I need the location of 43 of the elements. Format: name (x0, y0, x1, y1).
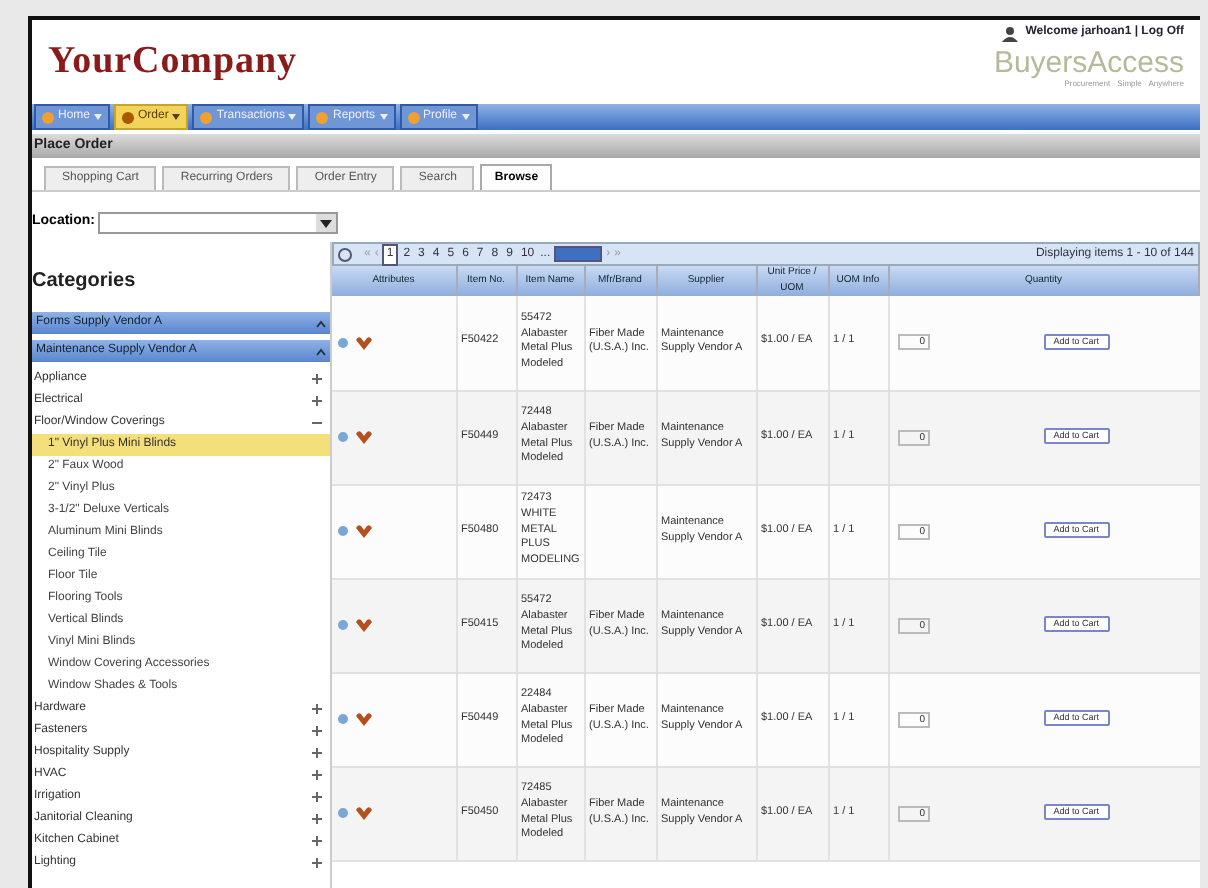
caret-icon (288, 114, 297, 120)
caret-icon (461, 114, 470, 120)
plus-icon (312, 814, 322, 824)
caret-icon (94, 114, 103, 120)
refresh-icon[interactable] (338, 247, 352, 261)
attribute-icon (356, 430, 372, 444)
user-icon (1001, 25, 1018, 41)
plus-icon (312, 726, 322, 736)
expand-row-icon[interactable] (338, 714, 348, 724)
attribute-icon (356, 335, 372, 350)
plus-icon (312, 374, 322, 384)
expand-row-icon[interactable] (338, 620, 348, 630)
location-select[interactable] (97, 212, 337, 234)
expand-row-icon[interactable] (338, 337, 348, 348)
attribute-icon (356, 524, 372, 538)
menu-item-icon (42, 111, 54, 123)
chevron-up-icon (316, 319, 326, 327)
plus-icon (312, 792, 322, 802)
expand-row-icon[interactable] (338, 432, 348, 442)
expand-row-icon[interactable] (338, 526, 348, 536)
attribute-icon (356, 712, 372, 726)
caret-icon (172, 114, 181, 120)
attribute-icon (356, 618, 372, 632)
expand-row-icon[interactable] (338, 808, 348, 818)
plus-icon (312, 396, 322, 406)
menu-item-icon (122, 111, 135, 123)
brand-logo: BuyersAccess (993, 48, 1184, 78)
plus-icon (312, 836, 322, 846)
chevron-up-icon (316, 347, 326, 355)
dropdown-caret-icon (315, 214, 335, 232)
minus-icon (312, 418, 322, 428)
attribute-icon (356, 806, 372, 820)
page-size-select[interactable] (554, 246, 603, 262)
plus-icon (312, 704, 322, 714)
menu-item-icon (316, 111, 329, 123)
company-logo: YourCompany (48, 37, 298, 86)
caret-icon (379, 114, 387, 120)
menu-item-icon (407, 111, 419, 123)
menu-item-icon (200, 111, 213, 123)
categories-heading: Categories (32, 268, 138, 296)
plus-icon (312, 770, 322, 780)
plus-icon (312, 858, 322, 868)
plus-icon (312, 748, 322, 758)
